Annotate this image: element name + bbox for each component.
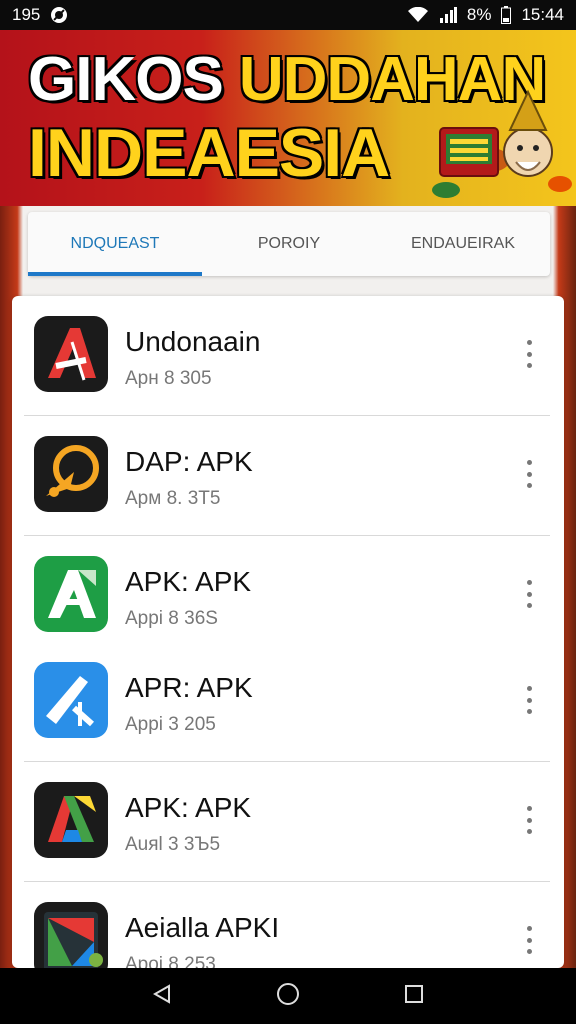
red-a-app-icon (34, 316, 108, 392)
tablet-app-icon (34, 902, 108, 968)
app-name: APR: APK (125, 672, 253, 703)
app-name: Aeialla APKI (125, 912, 280, 943)
blue-a-app-icon (34, 662, 108, 738)
multicolor-a-app-icon (34, 782, 108, 858)
green-a-app-icon (34, 556, 108, 632)
home-icon[interactable] (276, 982, 300, 1011)
app-name: Undonaain (125, 326, 261, 357)
app-meta: Auяl 3 3Ъ5 (125, 834, 221, 855)
navigation-bar (0, 968, 576, 1024)
status-bar: 195 8% 15:44 (0, 0, 576, 30)
app-meta: Apoi 8 253 (125, 954, 216, 968)
status-left-text: 195 (12, 5, 41, 24)
app-name: DAP: APK (125, 446, 253, 477)
banner-word-1: GIKOS (28, 45, 224, 114)
app-meta: Apн 8 305 (125, 368, 212, 389)
tab-endaueirak[interactable]: ENDAUEIRAK (376, 212, 550, 276)
battery-icon (501, 6, 512, 24)
tab-bar: NDQUEAST POROIY ENDAUEIRAK (28, 212, 550, 276)
list-item[interactable]: DAP: APK Apм 8. 3Т5 (12, 416, 564, 536)
list-item[interactable]: APK: APK Appi 8 36S (12, 536, 564, 656)
list-item[interactable]: APK: APK Auяl 3 3Ъ5 (12, 762, 564, 882)
app-name: APK: APK (125, 792, 252, 823)
promo-banner[interactable]: GIKOS UDDAHAN INDEAESIA (0, 30, 576, 206)
app-list: Undonaain Apн 8 305 DAP: APK Apм 8. 3Т5 … (12, 296, 564, 968)
status-time: 15:44 (521, 5, 564, 24)
back-icon[interactable] (151, 983, 173, 1010)
more-options-icon[interactable] (524, 460, 534, 488)
banner-line-2: INDEAESIA (28, 115, 390, 191)
tab-poroiy[interactable]: POROIY (202, 212, 376, 276)
app-meta: Apм 8. 3Т5 (125, 488, 221, 509)
more-options-icon[interactable] (524, 926, 534, 954)
tab-ndqueast[interactable]: NDQUEAST (28, 212, 202, 276)
list-item[interactable]: Undonaain Apн 8 305 (12, 296, 564, 416)
list-item[interactable]: Aeialla APKI Apoi 8 253 (12, 882, 564, 968)
signal-icon (439, 7, 457, 23)
more-options-icon[interactable] (524, 340, 534, 368)
wifi-icon (407, 7, 429, 23)
settings-badge-icon (50, 6, 68, 24)
more-options-icon[interactable] (524, 686, 534, 714)
app-meta: Appi 3 205 (125, 714, 216, 735)
battery-percent: 8% (466, 5, 492, 24)
list-item[interactable]: APR: APK Appi 3 205 (12, 642, 564, 762)
more-options-icon[interactable] (524, 806, 534, 834)
recents-icon[interactable] (403, 983, 425, 1010)
more-options-icon[interactable] (524, 580, 534, 608)
app-name: APK: APK (125, 566, 252, 597)
mascot-illustration-icon (432, 89, 572, 198)
app-meta: Appi 8 36S (125, 608, 218, 629)
orange-ring-app-icon (34, 436, 108, 512)
